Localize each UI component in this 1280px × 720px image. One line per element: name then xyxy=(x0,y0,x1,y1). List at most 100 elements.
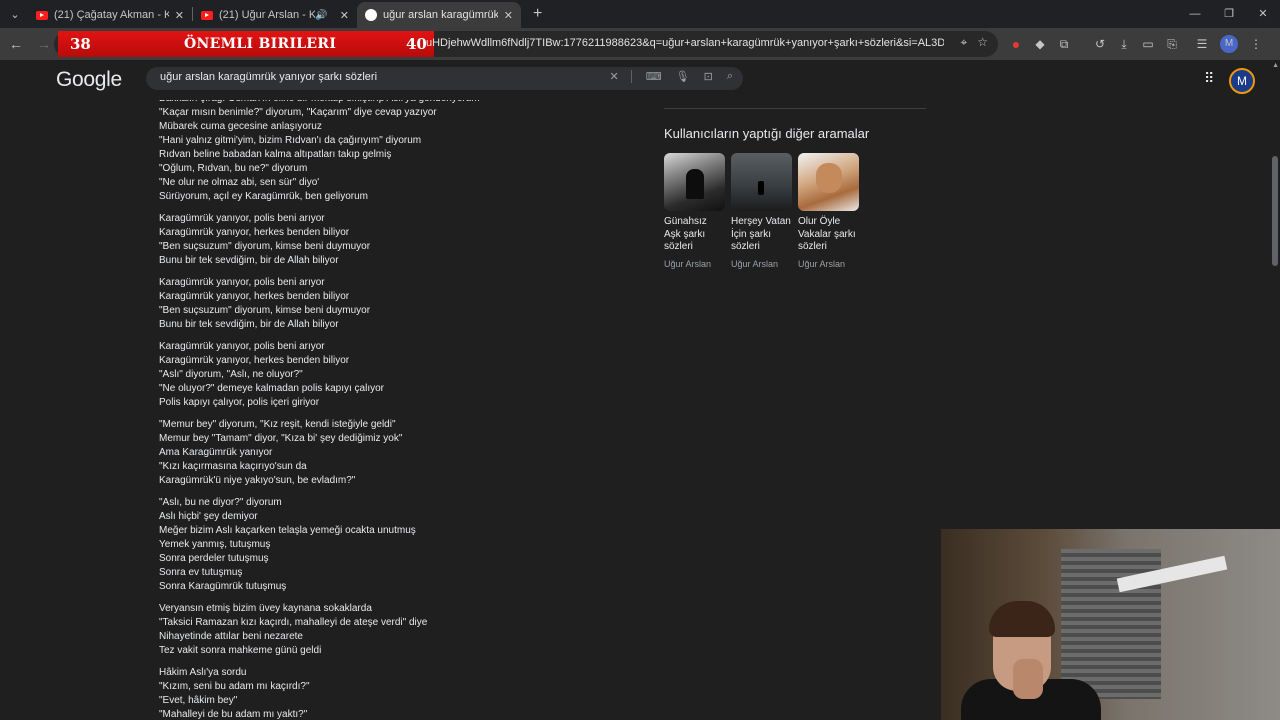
close-icon[interactable]: ✕ xyxy=(504,9,513,22)
search-query[interactable]: uğur arslan karagümrük yanıyor şarkı söz… xyxy=(160,71,377,83)
lyric-line: "Ne oluyor?" demeye kalmadan polis kapıy… xyxy=(159,383,384,394)
profile-button[interactable]: M xyxy=(1220,35,1238,53)
search-box-icons: ✕ ⌨ 🎙 ⊡ ⌕ xyxy=(610,70,733,83)
reading-list-icon[interactable]: ☰ xyxy=(1190,37,1214,51)
share-icon[interactable]: ⎘ xyxy=(1160,37,1184,52)
history-icon[interactable]: ↺ xyxy=(1088,37,1112,51)
lens-icon[interactable]: ⊡ xyxy=(704,70,713,83)
lyrics-stanza: Hâkim Aslı'ya sordu "Kızım, seni bu adam… xyxy=(159,666,609,720)
tab-title: (21) Çağatay Akman - Kız İsteme M xyxy=(54,9,169,21)
related-searches-cards: Günahsız Aşk şarkı sözleri Uğur Arslan H… xyxy=(664,153,859,269)
browser-toolbar: ← → 38 ÖNEMLI BIRILERI 40 uHDjehwWdllm6f… xyxy=(0,28,1280,60)
album-thumbnail[interactable] xyxy=(798,153,859,211)
address-bar[interactable]: 38 ÖNEMLI BIRILERI 40 uHDjehwWdllm6fNdlj… xyxy=(54,31,998,57)
album-thumbnail[interactable] xyxy=(731,153,792,211)
close-icon[interactable]: ✕ xyxy=(340,9,349,22)
tab-title: (21) Uğur Arslan - Karagümrük xyxy=(219,9,316,21)
card-title-line: sözleri xyxy=(798,241,827,252)
keyboard-icon[interactable]: ⌨ xyxy=(646,70,662,83)
extensions-puzzle-icon[interactable]: ⧉ xyxy=(1052,37,1076,52)
tab-2[interactable]: (21) Uğur Arslan - Karagümrük 🔊 ✕ xyxy=(193,2,357,28)
lyric-line: Ama Karagümrük yanıyor xyxy=(159,447,273,458)
search-box[interactable]: uğur arslan karagümrük yanıyor şarkı söz… xyxy=(146,67,743,90)
card-artist: Uğur Arslan xyxy=(731,258,779,269)
lyric-line: "Taksici Ramazan kızı kaçırdı, mahalleyi… xyxy=(159,617,428,628)
lyric-line: Sonra Karagümrük tutuşmuş xyxy=(159,581,287,592)
card-title-line: sözleri xyxy=(664,241,693,252)
speaker-icon[interactable]: 🔊 xyxy=(315,10,327,21)
lyric-line: Bunu bir tek sevdiğim, bir de Allah bili… xyxy=(159,255,339,266)
media-icon[interactable]: ▭ xyxy=(1136,37,1160,51)
lyrics-panel: Bakkalın çırağı Osman'ın eline bir mektu… xyxy=(159,92,609,720)
search-icon[interactable]: ⌕ xyxy=(727,70,733,83)
divider xyxy=(664,108,926,109)
lyric-line: Veryansın etmiş bizim üvey kaynana sokak… xyxy=(159,603,372,614)
lyric-line: "Kaçar mısın benimle?" diyorum, "Kaçarım… xyxy=(159,107,437,118)
menu-icon[interactable]: ⋮ xyxy=(1244,37,1268,51)
related-search-card[interactable]: Herşey Vatan İçin şarkı sözleri Uğur Ars… xyxy=(731,153,792,269)
new-tab-button[interactable]: + xyxy=(533,5,542,23)
banner-right-number: 40 xyxy=(406,35,427,53)
extension-diamond-icon[interactable]: ◆ xyxy=(1028,37,1052,51)
youtube-icon xyxy=(36,10,48,20)
star-icon[interactable]: ☆ xyxy=(977,35,988,50)
extension-toolbar: ● ◆ ⧉ ↺ ⤓ ▭ ⎘ ☰ M ⋮ xyxy=(1004,28,1268,60)
lyric-line: Mübarek cuma gecesine anlaşıyoruz xyxy=(159,121,322,132)
url-text[interactable]: uHDjehwWdllm6fNdlj7TIBw:1776211988623&q=… xyxy=(426,37,944,49)
google-logo[interactable]: Google xyxy=(56,68,122,92)
overlay-banner: 38 ÖNEMLI BIRILERI 40 xyxy=(58,31,434,57)
lyric-line: Sonra perdeler tutuşmuş xyxy=(159,553,269,564)
person-figure xyxy=(816,163,842,193)
arrow-right-icon: → xyxy=(37,36,51,52)
scroll-up-icon[interactable]: ▲ xyxy=(1272,62,1279,69)
lyric-line: Karagümrük'ü niye yakıyo'sun, be evladım… xyxy=(159,475,356,486)
lyric-line: "Oğlum, Rıdvan, bu ne?" diyorum xyxy=(159,163,308,174)
lyric-line: "Ben suçsuzum" diyorum, kimse beni duymu… xyxy=(159,305,371,316)
lyric-line: Nihayetinde attılar beni nezarete xyxy=(159,631,303,642)
banner-text: ÖNEMLI BIRILERI xyxy=(184,36,337,52)
tab-1[interactable]: (21) Çağatay Akman - Kız İsteme M ✕ xyxy=(28,2,192,28)
card-title-line: sözleri xyxy=(731,241,760,252)
tab-title: uğur arslan karagümrük yanıyor ş xyxy=(383,9,498,21)
card-title: Günahsız Aşk şarkı sözleri xyxy=(664,216,725,254)
person-figure xyxy=(758,181,764,195)
youtube-icon xyxy=(201,10,213,20)
minimize-button[interactable]: — xyxy=(1178,0,1212,28)
back-button[interactable]: ← xyxy=(4,32,28,56)
related-search-card[interactable]: Olur Öyle Vakalar şarkı sözleri Uğur Ars… xyxy=(798,153,859,269)
lyric-line: Karagümrük yanıyor, polis beni arıyor xyxy=(159,277,325,288)
lyric-line: Karagümrük yanıyor, herkes benden biliyo… xyxy=(159,355,350,366)
lyric-line: Karagümrük yanıyor, herkes benden biliyo… xyxy=(159,227,350,238)
apps-grid-icon[interactable]: ⠿ xyxy=(1204,70,1214,87)
maximize-button[interactable]: ❐ xyxy=(1212,0,1246,28)
extension-red-icon[interactable]: ● xyxy=(1004,36,1028,52)
close-window-button[interactable]: ✕ xyxy=(1246,0,1280,28)
lyric-line: Rıdvan beline babadan kalma altıpatları … xyxy=(159,149,392,160)
close-icon[interactable]: ✕ xyxy=(610,70,632,83)
forward-button[interactable]: → xyxy=(32,32,56,56)
avatar[interactable]: M xyxy=(1229,68,1255,94)
card-title-line: İçin şarkı xyxy=(731,228,772,240)
lyric-line: "Kızım, seni bu adam mı kaçırdı?" xyxy=(159,681,310,692)
tab-strip: ⌄ (21) Çağatay Akman - Kız İsteme M ✕ (2… xyxy=(0,0,1280,28)
google-icon xyxy=(365,9,377,21)
lyric-line: "Ben suçsuzum" diyorum, kimse beni duymu… xyxy=(159,241,371,252)
window-controls: — ❐ ✕ xyxy=(1178,0,1280,28)
tab-3-active[interactable]: uğur arslan karagümrük yanıyor ş ✕ xyxy=(357,2,521,28)
lyrics-stanza: Bakkalın çırağı Osman'ın eline bir mektu… xyxy=(159,92,609,204)
lyrics-stanza: Veryansın etmiş bizim üvey kaynana sokak… xyxy=(159,602,609,658)
webcam-person-hand xyxy=(1013,659,1043,699)
album-thumbnail[interactable] xyxy=(664,153,725,211)
mic-icon[interactable]: 🎙 xyxy=(676,70,690,83)
card-title-line: Olur Öyle xyxy=(798,216,841,227)
scrollbar-thumb[interactable] xyxy=(1272,156,1278,266)
banner-left-number: 38 xyxy=(70,35,91,53)
lyric-line: Aslı hiçbi' şey demiyor xyxy=(159,511,258,522)
google-header: Google uğur arslan karagümrük yanıyor şa… xyxy=(0,60,1270,100)
lyric-line: "Aslı, bu ne diyor?" diyorum xyxy=(159,497,282,508)
tab-search-button[interactable]: ⌄ xyxy=(2,3,28,25)
close-icon[interactable]: ✕ xyxy=(175,9,184,22)
related-search-card[interactable]: Günahsız Aşk şarkı sözleri Uğur Arslan xyxy=(664,153,725,269)
location-icon[interactable]: ⌖ xyxy=(960,35,967,50)
download-icon[interactable]: ⤓ xyxy=(1112,37,1136,52)
